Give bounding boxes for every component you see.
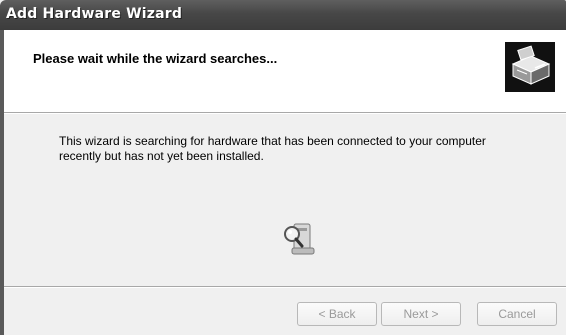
window-title: Add Hardware Wizard bbox=[6, 6, 183, 22]
hardware-wizard-icon bbox=[505, 42, 555, 92]
page-title: Please wait while the wizard searches... bbox=[33, 51, 278, 66]
content-area: This wizard is searching for hardware th… bbox=[4, 114, 566, 284]
title-bar[interactable]: Add Hardware Wizard bbox=[0, 0, 566, 30]
next-button[interactable]: Next > bbox=[381, 302, 461, 326]
footer-divider bbox=[4, 286, 566, 288]
magnifier-search-icon bbox=[280, 218, 320, 258]
cancel-button[interactable]: Cancel bbox=[477, 302, 557, 326]
wizard-window: Add Hardware Wizard Please wait while th… bbox=[0, 0, 566, 335]
description-text: This wizard is searching for hardware th… bbox=[59, 134, 486, 163]
header-panel: Please wait while the wizard searches... bbox=[4, 30, 566, 112]
back-button[interactable]: < Back bbox=[297, 302, 377, 326]
